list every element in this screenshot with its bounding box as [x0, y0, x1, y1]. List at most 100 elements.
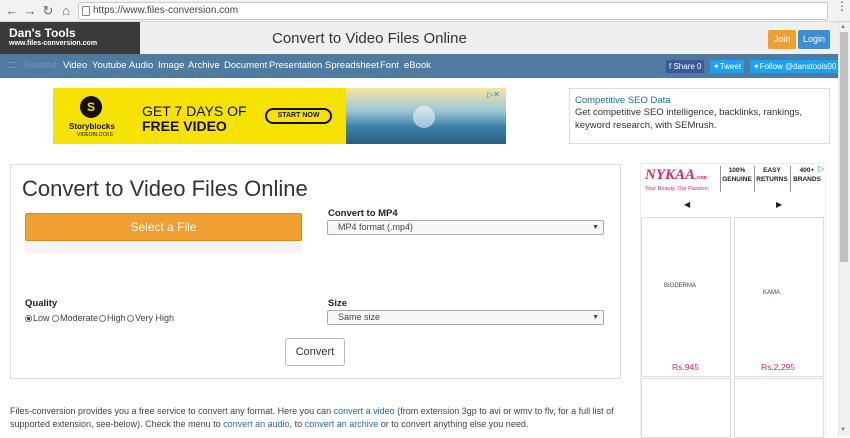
- format-select[interactable]: MP4 format (.mp4) ▼: [327, 220, 604, 235]
- intro-text-4: or to convert anything else you need.: [378, 418, 529, 429]
- size-select[interactable]: Same size ▼: [327, 310, 604, 325]
- quality-moderate-label: Moderate: [60, 313, 99, 323]
- product-card-kama[interactable]: [734, 217, 824, 377]
- twitter-follow-button[interactable]: ✦Follow @danstools00: [750, 60, 840, 73]
- login-button[interactable]: Login: [798, 30, 830, 49]
- radio-checked-icon: [25, 315, 32, 322]
- nav-archive[interactable]: Archive: [188, 60, 220, 71]
- join-button[interactable]: Join: [768, 30, 796, 49]
- carousel-prev-icon[interactable]: ◀: [684, 200, 690, 209]
- product-card[interactable]: [734, 378, 824, 438]
- badge-genuine: 100% GENUINE: [722, 167, 752, 183]
- badge-brands: 400+ BRANDS: [793, 167, 821, 183]
- quality-very-high-label: Very High: [135, 313, 175, 323]
- twitter-icon: ✦: [713, 62, 720, 71]
- product-name-kama: KAMA: [763, 290, 781, 296]
- nav-document[interactable]: Document: [224, 60, 267, 71]
- browser-menu-icon[interactable]: ⋮: [836, 0, 848, 18]
- chevron-down-icon: ▼: [592, 314, 599, 321]
- page-title: Convert to Video Files Online: [272, 30, 467, 47]
- nav-ebook[interactable]: eBook: [404, 60, 431, 71]
- scrollbar-thumb[interactable]: [840, 32, 848, 262]
- scroll-up-icon[interactable]: ▲: [840, 24, 846, 30]
- convert-video-link[interactable]: convert a video: [334, 406, 395, 416]
- quality-low-label: Low: [33, 313, 50, 323]
- text-ad-body: Get competitive SEO intelligence, backli…: [575, 107, 803, 131]
- price-bioderma: Rs.945: [672, 362, 699, 372]
- quality-label: Quality: [25, 298, 58, 309]
- tweet-label: Tweet: [719, 62, 742, 71]
- text-ad-title[interactable]: Competitive SEO Data: [575, 95, 671, 106]
- convert-archive-link[interactable]: convert an archive: [305, 419, 379, 429]
- quality-very-high-radio[interactable]: Very High: [127, 313, 174, 323]
- menu-icon[interactable]: [8, 62, 16, 68]
- nav-presentation[interactable]: Presentation: [269, 60, 322, 71]
- follow-label: Follow @danstools00: [759, 62, 837, 71]
- intro-text-3: , to: [289, 418, 305, 429]
- radio-icon: [52, 315, 59, 322]
- divider: [720, 166, 721, 192]
- nav-image[interactable]: Image: [158, 60, 184, 71]
- intro-text-1: Files-conversion provides you a free ser…: [10, 406, 334, 416]
- nav-video[interactable]: Video: [63, 60, 87, 71]
- ad-brand-sub: VIDEOBLOCKS: [77, 132, 113, 138]
- site-logo[interactable]: Dan's Tools www.files-conversion.com: [0, 22, 140, 54]
- convert-audio-link[interactable]: convert an audio: [223, 419, 290, 429]
- quality-high-radio[interactable]: High: [99, 313, 126, 323]
- intro-text: Files-conversion provides you a free ser…: [10, 405, 625, 430]
- convert-button[interactable]: Convert: [285, 338, 345, 366]
- ad-headline-1: GET 7 DAYS OF: [142, 103, 247, 119]
- page-info-icon[interactable]: [82, 6, 90, 16]
- converter-title: Convert to Video Files Online: [22, 176, 308, 201]
- nav-font[interactable]: Font: [380, 60, 399, 71]
- size-select-value: Same size: [338, 312, 381, 322]
- quality-moderate-radio[interactable]: Moderate: [52, 313, 98, 323]
- chevron-down-icon: ▼: [592, 224, 599, 231]
- share-label: Share 0: [673, 62, 702, 71]
- select-file-button[interactable]: Select a File: [25, 213, 302, 241]
- convert-to-label: Convert to MP4: [328, 208, 398, 219]
- carousel-next-icon[interactable]: ▶: [776, 200, 782, 209]
- radio-icon: [127, 315, 134, 322]
- product-card[interactable]: [641, 378, 731, 438]
- nykaa-tagline: Your Beauty. Our Passion.: [645, 186, 710, 192]
- divider: [790, 166, 791, 192]
- price-kama: Rs.2,295: [761, 362, 796, 372]
- ad-headline-2: FREE VIDEO: [142, 118, 227, 134]
- twitter-icon: ✦: [753, 62, 760, 71]
- ad-brand: Storyblocks: [69, 122, 115, 131]
- url-text: https://www.files-conversion.com: [93, 5, 239, 16]
- address-bar[interactable]: https://www.files-conversion.com: [78, 2, 828, 20]
- quality-low-radio[interactable]: Low: [25, 313, 50, 323]
- quality-high-label: High: [107, 313, 126, 323]
- banner-ad[interactable]: S Storyblocks VIDEOBLOCKS GET 7 DAYS OF …: [53, 88, 506, 144]
- radio-icon: [99, 315, 106, 322]
- back-icon[interactable]: ←: [4, 3, 20, 19]
- divider: [754, 166, 755, 192]
- nykaa-logo: NYKAA.com: [645, 167, 707, 184]
- logo-title: Dan's Tools: [9, 26, 76, 40]
- nykaa-brand: NYKAA: [645, 167, 696, 183]
- product-card-bioderma[interactable]: [641, 217, 731, 377]
- ad-start-now-button[interactable]: START NOW: [265, 108, 332, 124]
- logo-subtitle: www.files-conversion.com: [9, 40, 98, 47]
- scroll-down-icon[interactable]: ▼: [840, 427, 846, 433]
- size-label: Size: [328, 298, 348, 309]
- format-select-value: MP4 format (.mp4): [338, 222, 414, 232]
- facebook-share-button[interactable]: f Share 0: [666, 60, 705, 73]
- file-progress-area: [25, 241, 302, 253]
- nykaa-suffix: .com: [695, 175, 707, 181]
- nav-youtube[interactable]: Youtube: [92, 60, 127, 71]
- forward-icon[interactable]: →: [22, 3, 38, 19]
- badge-returns: EASY RETURNS: [756, 167, 788, 183]
- reload-icon[interactable]: ↻: [40, 3, 56, 19]
- nav-spreadsheet[interactable]: Spreadsheet: [325, 60, 379, 71]
- nav-audio[interactable]: Audio: [129, 60, 153, 71]
- product-name-bioderma: BIODERMA: [664, 283, 697, 289]
- home-icon[interactable]: ⌂: [58, 3, 74, 19]
- storyblocks-logo: S: [80, 96, 102, 118]
- tweet-button[interactable]: ✦Tweet: [710, 60, 745, 73]
- play-icon[interactable]: [413, 106, 435, 128]
- related-label: Related:: [24, 60, 60, 71]
- adchoices-icon[interactable]: ▷✕: [487, 90, 500, 99]
